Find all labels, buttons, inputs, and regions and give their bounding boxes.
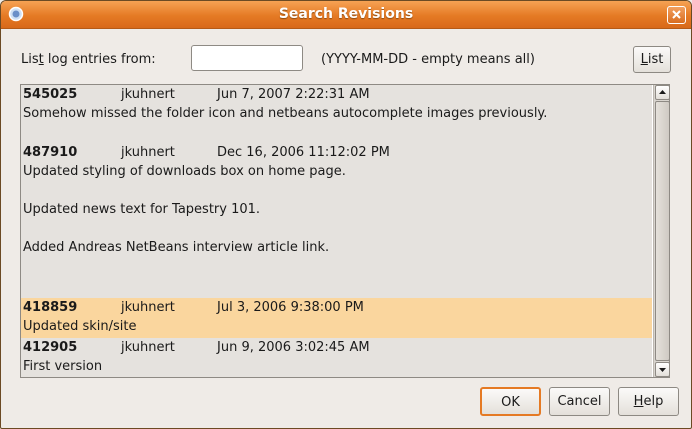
revision-author: jkuhnert [121, 145, 175, 160]
revision-number: 418859 [23, 300, 78, 315]
revision-number: 545025 [23, 87, 78, 102]
revision-number: 412905 [23, 340, 78, 355]
arrow-up-icon [659, 90, 666, 94]
revision-author: jkuhnert [121, 340, 175, 355]
revision-message: Updated skin/site [23, 319, 137, 334]
date-field[interactable] [191, 45, 303, 71]
list-item[interactable]: 545025 jkuhnert Jun 7, 2007 2:22:31 AM S… [21, 85, 652, 139]
close-icon [672, 10, 681, 19]
revision-message: Somehow missed the folder icon and netbe… [23, 106, 548, 121]
revision-date: Jun 7, 2007 2:22:31 AM [217, 87, 370, 102]
scroll-up-button[interactable] [655, 85, 669, 100]
list-button[interactable]: List [633, 46, 671, 73]
log-from-label: List log entries from: [21, 52, 156, 67]
revision-date: Jul 3, 2006 9:38:00 PM [217, 300, 364, 315]
revision-message: Updated styling of downloads box on home… [23, 164, 346, 179]
list-item[interactable]: 412905 jkuhnert Jun 9, 2006 3:02:45 AM F… [21, 338, 652, 377]
cancel-button[interactable]: Cancel [549, 387, 610, 416]
revision-date: Jun 9, 2006 3:02:45 AM [217, 340, 370, 355]
help-button[interactable]: Help [618, 387, 679, 416]
ok-button[interactable]: OK [480, 387, 541, 416]
revision-author: jkuhnert [121, 300, 175, 315]
vertical-scrollbar[interactable] [653, 85, 669, 377]
revision-message: Updated news text for Tapestry 101. [23, 202, 261, 217]
list-item[interactable]: 487910 jkuhnert Dec 16, 2006 11:12:02 PM… [21, 143, 652, 293]
arrow-down-icon [659, 368, 666, 372]
entries-container: 545025 jkuhnert Jun 7, 2007 2:22:31 AM S… [21, 85, 652, 377]
revision-date: Dec 16, 2006 11:12:02 PM [217, 145, 390, 160]
date-format-hint: (YYYY-MM-DD - empty means all) [321, 52, 535, 67]
search-revisions-dialog: Search Revisions List log entries from: … [0, 0, 692, 429]
title-bar[interactable]: Search Revisions [1, 1, 691, 29]
close-button[interactable] [667, 6, 686, 24]
scroll-thumb[interactable] [655, 101, 669, 361]
revisions-list[interactable]: 545025 jkuhnert Jun 7, 2007 2:22:31 AM S… [20, 84, 670, 378]
window-title: Search Revisions [278, 6, 414, 22]
revision-message: First version [23, 359, 103, 374]
revision-number: 487910 [23, 145, 78, 160]
revision-author: jkuhnert [121, 87, 175, 102]
revision-message: Added Andreas NetBeans interview article… [23, 240, 330, 255]
list-item-selected[interactable]: 418859 jkuhnert Jul 3, 2006 9:38:00 PM U… [21, 298, 652, 338]
scroll-down-button[interactable] [655, 362, 669, 377]
